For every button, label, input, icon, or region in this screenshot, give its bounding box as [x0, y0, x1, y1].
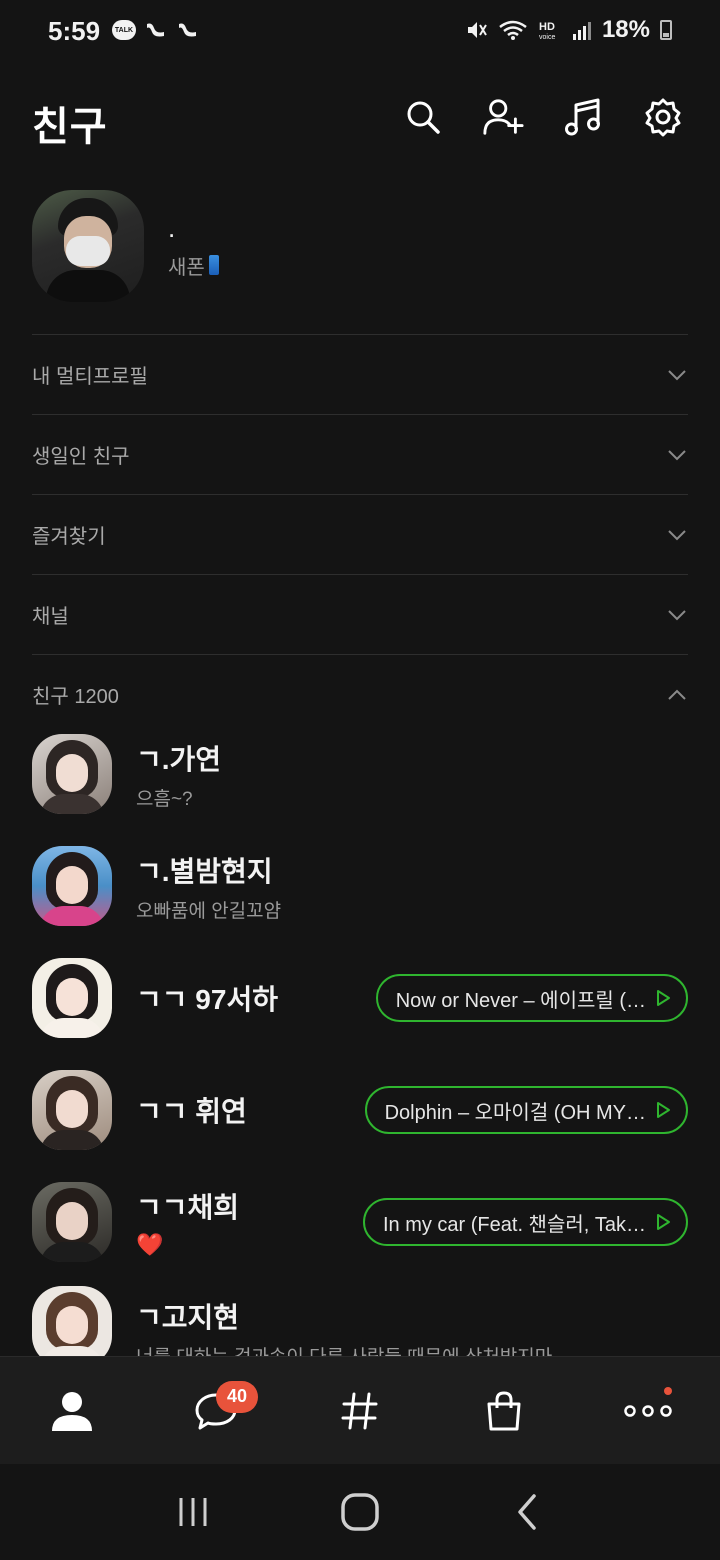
my-profile-status: 새폰	[168, 251, 219, 280]
friend-name: ㄱ.별밤현지	[136, 855, 273, 887]
section-favorites[interactable]: 즐겨찾기	[32, 494, 688, 574]
friend-status-message: ❤️	[136, 1232, 164, 1257]
chevron-down-icon	[666, 604, 688, 626]
status-bar: 5:59 TALK HD voice 18%	[0, 0, 720, 64]
profile-music-button[interactable]: Now or Never – 에이프릴 (…	[375, 974, 688, 1022]
app-notification-icon	[179, 23, 196, 37]
friend-name: ㄱㄱ채희	[136, 1192, 240, 1223]
home-button[interactable]	[330, 1482, 390, 1542]
kakaotalk-notification-icon: TALK	[112, 20, 136, 40]
section-birthday-friends[interactable]: 생일인 친구	[32, 414, 688, 494]
wifi-icon	[499, 20, 527, 40]
battery-icon	[660, 20, 672, 40]
friend-name: ㄱㄱ 휘연	[136, 1096, 247, 1127]
friends-tab[interactable]	[32, 1371, 112, 1451]
header-actions	[402, 96, 684, 138]
system-navigation	[0, 1464, 720, 1560]
chevron-down-icon	[666, 364, 688, 386]
my-profile-name: .	[168, 212, 176, 243]
openchat-tab[interactable]	[320, 1371, 400, 1451]
friend-status-message: 으흠~?	[136, 788, 193, 810]
back-icon	[517, 1494, 536, 1530]
page-title: 친구	[32, 105, 108, 149]
avatar[interactable]	[32, 1286, 112, 1356]
svg-text:voice: voice	[539, 34, 555, 41]
recent-apps-button[interactable]	[163, 1482, 223, 1542]
music-icon[interactable]	[562, 96, 604, 138]
avatar[interactable]	[32, 846, 112, 926]
shopping-tab[interactable]	[464, 1371, 544, 1451]
recent-apps-icon	[179, 1498, 207, 1526]
chevron-down-icon	[666, 524, 688, 546]
avatar[interactable]	[32, 1182, 112, 1262]
home-icon	[341, 1493, 379, 1531]
friend-status-message: 오빠품에 안길꼬얌	[136, 900, 282, 922]
friend-name: ㄱ.가연	[136, 743, 222, 775]
profile-music-title: Now or Never – 에이프릴 (…	[395, 989, 646, 1012]
friend-row[interactable]: ㄱ.별밤현지 오빠품에 안길꼬얌	[32, 838, 688, 934]
section-friends[interactable]: 친구 1200	[32, 654, 688, 734]
avatar[interactable]	[32, 1070, 112, 1150]
profile-music-button[interactable]: Dolphin – 오마이걸 (OH MY…	[364, 1086, 688, 1134]
more-tab[interactable]	[608, 1371, 688, 1451]
new-indicator-dot	[664, 1386, 672, 1395]
section-multi-profile[interactable]: 내 멀티프로필	[32, 334, 688, 414]
chats-tab[interactable]: 40	[176, 1371, 258, 1451]
signal-icon	[572, 22, 591, 40]
friend-row[interactable]: ㄱㄱ채희 ❤️ In my car (Feat. 챈슬러, Tak…	[32, 1174, 688, 1270]
friend-name: ㄱㄱ 97서하	[136, 984, 278, 1015]
avatar[interactable]	[32, 734, 112, 814]
my-profile[interactable]: . 새폰	[32, 190, 219, 302]
back-button[interactable]	[497, 1482, 557, 1542]
svg-text:HD: HD	[539, 21, 555, 33]
friend-row[interactable]: ㄱ.가연 으흠~?	[32, 726, 688, 822]
section-label: 생일인 친구	[32, 446, 130, 468]
chevron-down-icon	[666, 444, 688, 466]
play-icon	[657, 990, 670, 1006]
friend-row[interactable]: ㄱㄱ 휘연 Dolphin – 오마이걸 (OH MY…	[32, 1062, 688, 1158]
friend-row[interactable]: ㄱ고지현 너를 대하는 겉과속이 다른 사람들 때문에 상처받지마	[32, 1286, 688, 1356]
search-icon[interactable]	[402, 96, 444, 138]
section-label: 채널	[32, 606, 69, 628]
unread-badge: 40	[216, 1380, 258, 1413]
add-friend-icon[interactable]	[482, 96, 524, 138]
friend-name: ㄱ고지현	[136, 1302, 240, 1333]
profile-music-title: Dolphin – 오마이걸 (OH MY…	[384, 1101, 646, 1124]
status-time: 5:59	[48, 16, 101, 46]
battery-percent: 18%	[601, 16, 650, 43]
hd-voice-icon: HDvoice	[539, 21, 555, 41]
app-notification-icon	[147, 23, 164, 37]
friend-row[interactable]: ㄱㄱ 97서하 Now or Never – 에이프릴 (…	[32, 950, 688, 1046]
chevron-up-icon	[666, 684, 688, 706]
settings-icon[interactable]	[642, 96, 684, 138]
phone-emoji-icon	[208, 255, 219, 275]
play-icon	[657, 1214, 670, 1230]
section-channels[interactable]: 채널	[32, 574, 688, 654]
friend-status-message: 너를 대하는 겉과속이 다른 사람들 때문에 상처받지마	[136, 1342, 688, 1356]
my-avatar[interactable]	[32, 190, 144, 302]
hashtag-icon	[341, 1392, 378, 1429]
more-dots-icon	[624, 1404, 672, 1417]
section-label: 즐겨찾기	[32, 526, 106, 548]
person-icon	[52, 1391, 92, 1431]
shopping-bag-icon	[487, 1390, 521, 1430]
avatar[interactable]	[32, 958, 112, 1038]
system-status: HD voice 18%	[466, 16, 672, 44]
section-label: 친구 1200	[32, 686, 119, 708]
play-icon	[657, 1102, 670, 1118]
profile-music-button[interactable]: In my car (Feat. 챈슬러, Tak…	[362, 1198, 688, 1246]
section-label: 내 멀티프로필	[32, 366, 148, 388]
profile-music-title: In my car (Feat. 챈슬러, Tak…	[382, 1213, 646, 1236]
mute-icon	[467, 22, 487, 38]
bottom-navigation: 40	[0, 1356, 720, 1464]
notification-icons: TALK	[112, 20, 200, 40]
